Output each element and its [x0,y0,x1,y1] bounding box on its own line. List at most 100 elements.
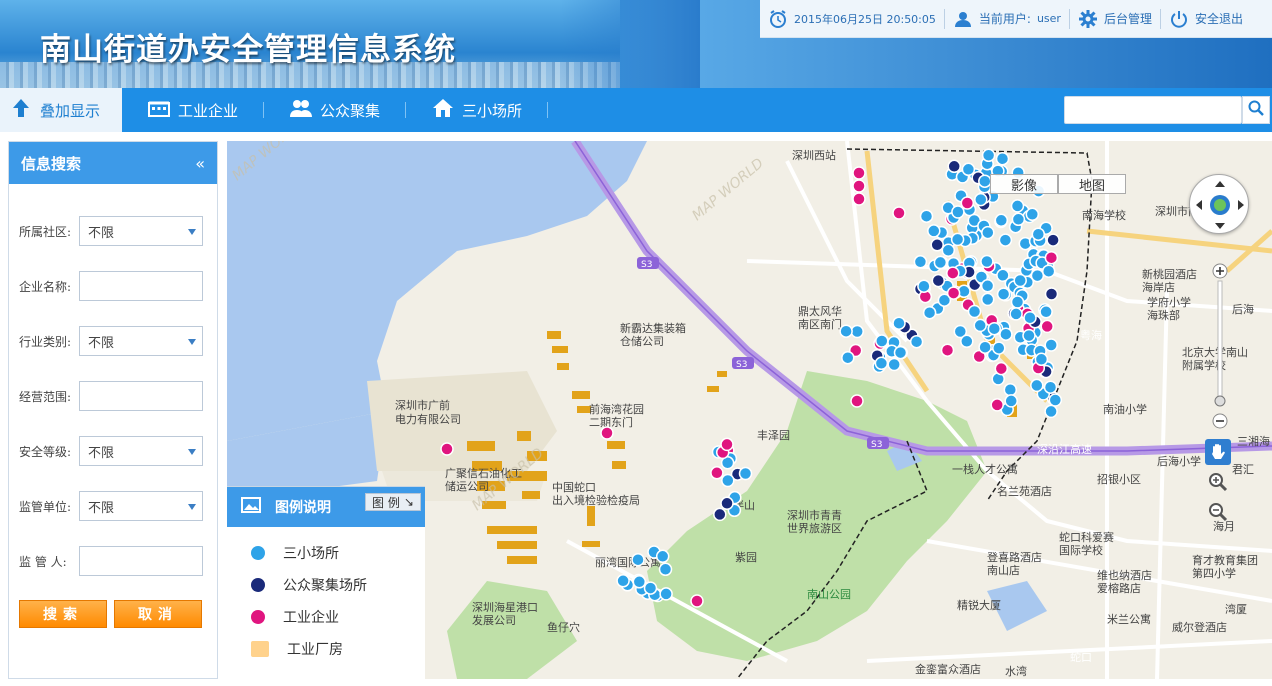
map-marker[interactable] [980,254,994,269]
map-marker[interactable] [1011,212,1026,227]
map-marker[interactable] [710,466,724,480]
map-marker[interactable] [1044,404,1058,419]
map-view[interactable]: 深圳西站 深圳市广前 电力有限公司 新霸达集装箱 仓储公司 前海湾花园 二期东门 中国… [227,141,1272,679]
map-marker[interactable] [946,286,961,300]
map-marker[interactable] [1010,199,1025,213]
zoom-out-tool-icon[interactable] [1205,499,1231,525]
zoom-slider[interactable] [1211,261,1229,431]
map-marker[interactable] [1043,380,1058,394]
map-marker[interactable] [1041,264,1056,278]
map-marker[interactable] [994,213,1009,228]
map-marker[interactable] [941,243,956,258]
map-marker[interactable] [1030,378,1044,393]
map-marker[interactable] [892,316,906,330]
map-marker[interactable] [919,209,934,223]
map-marker[interactable] [632,575,647,589]
map-toggle[interactable]: 地图 [1058,174,1126,194]
map-marker[interactable] [841,350,855,365]
map-marker[interactable] [980,292,995,307]
map-marker[interactable] [1034,352,1049,367]
map-marker[interactable] [1009,307,1023,321]
map-marker[interactable] [996,287,1011,301]
map-marker[interactable] [852,179,866,193]
map-marker[interactable] [961,162,976,177]
map-marker[interactable] [1048,393,1063,407]
map-marker[interactable] [1044,338,1058,352]
safety-level-select[interactable]: 不限 [79,436,203,466]
map-marker[interactable] [922,305,937,320]
tab-industry[interactable]: 工业企业 [122,88,265,132]
map-marker[interactable] [1039,305,1053,319]
map-marker[interactable] [981,225,995,240]
company-name-input[interactable] [79,271,203,301]
map-marker[interactable] [951,205,965,219]
map-marker[interactable] [974,192,988,207]
map-marker[interactable] [690,594,704,608]
map-marker[interactable] [998,233,1013,247]
map-marker[interactable] [852,192,866,206]
logout-link[interactable]: 安全退出 [1161,9,1251,29]
pan-control[interactable] [1189,174,1249,234]
zoom-in-tool-icon[interactable] [1205,469,1231,495]
map-marker[interactable] [980,279,995,293]
map-marker[interactable] [839,324,853,338]
supervisor-unit-select[interactable]: 不限 [79,491,203,521]
map-marker[interactable] [960,196,975,210]
map-marker[interactable] [1004,394,1018,408]
map-marker[interactable] [887,357,901,372]
map-marker[interactable] [960,334,974,349]
map-marker[interactable] [643,581,658,595]
map-marker[interactable] [978,340,992,354]
imagery-toggle[interactable]: 影像 [990,174,1058,194]
map-marker[interactable] [631,552,645,567]
map-marker[interactable] [1003,382,1018,397]
map-marker[interactable] [950,232,965,247]
search-input[interactable] [1064,96,1242,124]
map-marker[interactable] [850,324,864,339]
map-marker[interactable] [850,394,864,408]
business-scope-input[interactable] [79,381,203,411]
map-marker[interactable] [1010,295,1025,309]
map-marker[interactable] [973,318,987,333]
map-marker[interactable] [990,398,1004,412]
map-marker[interactable] [738,466,753,481]
map-marker[interactable] [987,321,1002,336]
map-marker[interactable] [658,562,673,577]
map-marker[interactable] [600,426,614,440]
tab-public-gathering[interactable]: 公众聚集 [264,88,407,132]
map-marker[interactable] [946,266,960,280]
map-marker[interactable] [931,273,946,288]
tab-small-venues[interactable]: 三小场所 [406,88,549,132]
map-marker[interactable] [927,224,941,238]
map-marker[interactable] [440,442,454,456]
double-chevron-left-icon[interactable]: « [195,154,205,173]
legend-toggle-button[interactable]: 图 例 ↘ [365,493,421,511]
map-marker[interactable] [967,304,982,319]
map-marker[interactable] [992,341,1006,355]
map-marker[interactable] [930,238,944,252]
map-marker[interactable] [892,206,906,220]
supervisor-input[interactable] [79,546,203,576]
map-marker[interactable] [981,148,996,163]
map-marker[interactable] [999,327,1013,341]
map-marker[interactable] [978,174,992,188]
map-marker[interactable] [875,334,889,348]
map-marker[interactable] [1046,233,1060,247]
map-marker[interactable] [940,343,955,357]
map-marker[interactable] [1044,250,1059,265]
search-button[interactable] [1242,96,1270,124]
map-marker[interactable] [1040,319,1054,334]
map-marker[interactable] [874,356,889,371]
map-marker[interactable] [917,279,931,293]
map-marker[interactable] [852,166,866,180]
map-marker[interactable] [1022,328,1036,343]
map-marker[interactable] [913,255,928,269]
industry-type-select[interactable]: 不限 [79,326,203,356]
map-marker[interactable] [947,159,961,174]
community-select[interactable]: 不限 [79,216,203,246]
map-marker[interactable] [616,574,630,588]
admin-link[interactable]: 后台管理 [1070,8,1161,29]
map-marker[interactable] [659,587,673,601]
map-marker[interactable] [1013,273,1027,288]
map-marker[interactable] [1030,268,1045,283]
